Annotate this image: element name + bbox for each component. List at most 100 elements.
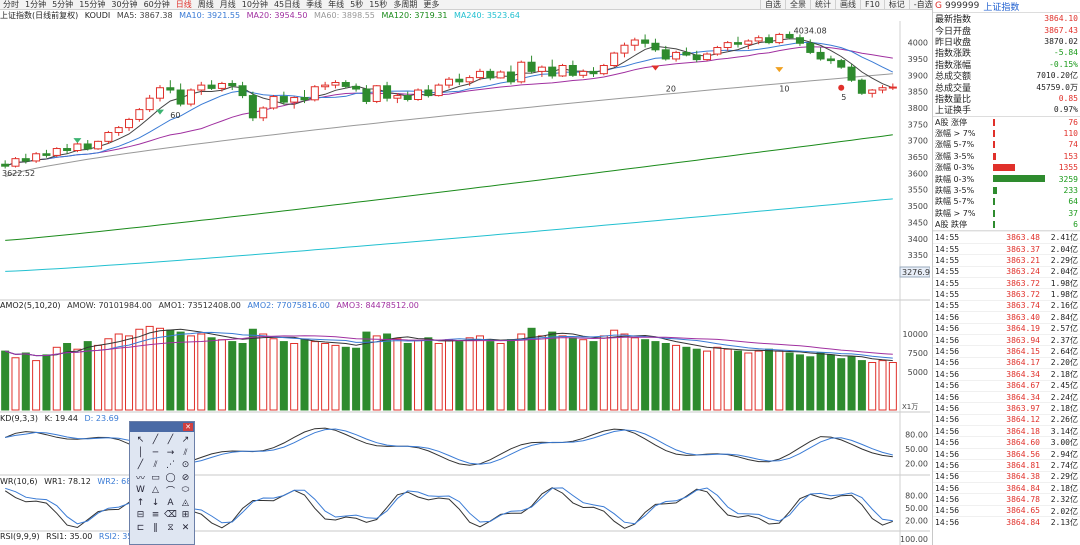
timeframe-tab[interactable]: 多周期 — [390, 0, 420, 10]
candle-body[interactable] — [455, 78, 464, 83]
timeframe-tab[interactable]: 日线 — [173, 0, 195, 10]
timeframe-tab[interactable]: 60分钟 — [141, 0, 173, 10]
candle-body[interactable] — [352, 85, 361, 90]
candle-body[interactable] — [857, 79, 866, 94]
candle-body[interactable] — [238, 85, 247, 97]
candle-body[interactable] — [362, 88, 371, 102]
candle-body[interactable] — [837, 60, 846, 68]
timeframe-tab[interactable]: 更多 — [420, 0, 442, 10]
candle-body[interactable] — [259, 107, 268, 119]
arrow-line-icon[interactable]: → — [163, 447, 178, 460]
grid-icon[interactable]: ⊞ — [178, 509, 193, 522]
candle-body[interactable] — [486, 70, 495, 79]
tool-button[interactable]: 统计 — [810, 0, 835, 10]
fib-icon[interactable]: ⊟ — [133, 509, 148, 522]
palette-titlebar[interactable]: ✕ — [130, 422, 194, 432]
candle-body[interactable] — [83, 143, 92, 150]
candle-body[interactable] — [692, 54, 701, 61]
candle-body[interactable] — [21, 158, 30, 162]
candle-body[interactable] — [620, 44, 629, 54]
candle-body[interactable] — [744, 40, 753, 45]
level-icon[interactable]: ≡ — [148, 509, 163, 522]
segment-icon[interactable]: ╱ — [163, 434, 178, 447]
erase-icon[interactable]: ⌫ — [163, 509, 178, 522]
delete-icon[interactable]: ✕ — [178, 522, 193, 535]
candle-body[interactable] — [651, 42, 660, 51]
candle-body[interactable] — [166, 87, 175, 91]
fan-icon[interactable]: ⋰ — [163, 459, 178, 472]
timeframe-tab[interactable]: 15秒 — [366, 0, 390, 10]
timeframe-tab[interactable]: 45日线 — [271, 0, 303, 10]
candle-body[interactable] — [73, 143, 82, 151]
candle-body[interactable] — [734, 42, 743, 45]
candle-body[interactable] — [847, 66, 856, 81]
candle-body[interactable] — [424, 89, 433, 97]
candle-body[interactable] — [197, 84, 206, 91]
candle-body[interactable] — [248, 95, 257, 119]
candle-body[interactable] — [94, 140, 103, 150]
candle-body[interactable] — [682, 51, 691, 56]
candle-body[interactable] — [114, 127, 123, 134]
timeframe-tab[interactable]: 周线 — [195, 0, 217, 10]
candle-body[interactable] — [403, 95, 412, 100]
candle-body[interactable] — [589, 70, 598, 75]
candle-body[interactable] — [888, 86, 897, 89]
golden-icon[interactable]: ◬ — [178, 497, 193, 510]
timeframe-tab[interactable]: 年线 — [325, 0, 347, 10]
rect-icon[interactable]: ▭ — [148, 472, 163, 485]
candle-body[interactable] — [558, 64, 567, 77]
candle-body[interactable] — [32, 153, 41, 162]
candle-body[interactable] — [599, 64, 608, 75]
candle-body[interactable] — [795, 37, 804, 44]
candle-body[interactable] — [764, 37, 773, 44]
candle-body[interactable] — [878, 87, 887, 91]
tool-button[interactable]: 自选 — [760, 0, 785, 10]
candle-body[interactable] — [290, 97, 299, 103]
candle-body[interactable] — [785, 33, 794, 39]
candle-body[interactable] — [331, 81, 340, 86]
bracket-icon[interactable]: ⊏ — [133, 522, 148, 535]
candle-body[interactable] — [661, 49, 670, 60]
timeframe-tab[interactable]: 季线 — [303, 0, 325, 10]
candle-body[interactable] — [672, 51, 681, 60]
candle-body[interactable] — [723, 42, 732, 49]
channel-icon[interactable]: ⫽ — [148, 459, 163, 472]
candle-body[interactable] — [465, 77, 474, 83]
candle-body[interactable] — [610, 52, 619, 66]
candle-body[interactable] — [754, 37, 763, 42]
timeframe-tab[interactable]: 5分钟 — [49, 0, 76, 10]
timeframe-tab[interactable]: 30分钟 — [108, 0, 140, 10]
candle-body[interactable] — [806, 42, 815, 53]
candle-body[interactable] — [310, 86, 319, 101]
candle-body[interactable] — [393, 95, 402, 99]
candle-body[interactable] — [63, 148, 72, 151]
candle-body[interactable] — [703, 53, 712, 61]
triangle-icon[interactable]: △ — [148, 484, 163, 497]
down-arrow-icon[interactable]: ↓ — [148, 497, 163, 510]
candle-body[interactable] — [568, 64, 577, 76]
up-arrow-icon[interactable]: ↑ — [133, 497, 148, 510]
price-line-icon[interactable]: ╱ — [133, 459, 148, 472]
cycle-line-icon[interactable]: ‖ — [148, 522, 163, 535]
candle-body[interactable] — [506, 71, 515, 83]
tool-button[interactable]: 全景 — [785, 0, 810, 10]
candle-body[interactable] — [207, 84, 216, 89]
line-icon[interactable]: ╱ — [148, 434, 163, 447]
mirror-icon[interactable]: ⧖ — [163, 522, 178, 535]
timeframe-tab[interactable]: 1分钟 — [22, 0, 49, 10]
candle-body[interactable] — [372, 85, 381, 102]
cycle-icon[interactable]: ⊙ — [178, 459, 193, 472]
tool-button[interactable]: 标记 — [883, 0, 909, 10]
index-name[interactable]: 上证指数 — [983, 0, 1019, 13]
candle-body[interactable] — [475, 70, 484, 79]
candle-body[interactable] — [537, 66, 546, 72]
candle-body[interactable] — [383, 85, 392, 99]
candle-body[interactable] — [145, 97, 154, 111]
candle-body[interactable] — [341, 81, 350, 87]
wave-icon[interactable]: 〰 — [133, 472, 148, 484]
candle-body[interactable] — [496, 71, 505, 79]
timeframe-tab[interactable]: 月线 — [217, 0, 239, 10]
gann-icon[interactable]: ⊘ — [178, 472, 193, 485]
candle-body[interactable] — [517, 61, 526, 83]
vline-icon[interactable]: │ — [133, 447, 148, 460]
